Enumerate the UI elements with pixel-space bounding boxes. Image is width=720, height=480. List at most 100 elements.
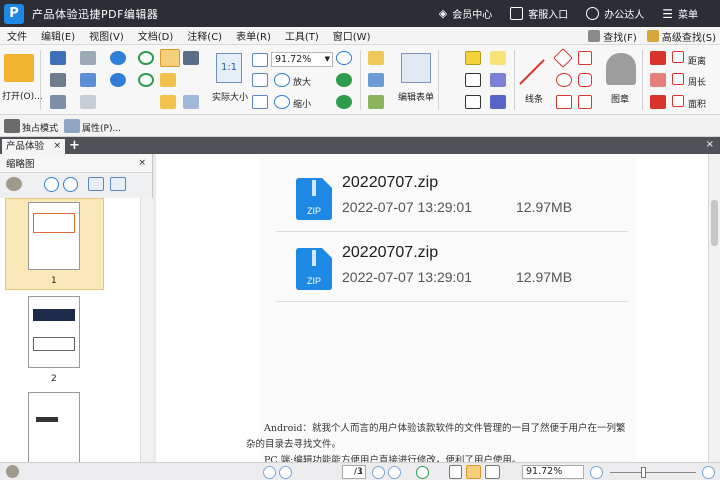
close-all-icon[interactable]: × [706, 139, 714, 150]
line-tool-label[interactable]: 线条 [525, 92, 543, 105]
callout-icon[interactable] [465, 95, 481, 109]
zoom-plus-icon[interactable] [336, 51, 352, 65]
member-center-button[interactable]: ◈ 会员中心 [439, 6, 492, 21]
redo-icon[interactable] [110, 73, 126, 87]
add-tab-icon[interactable]: + [69, 138, 80, 153]
pencil-tool-icon[interactable] [578, 95, 592, 109]
panel-close-icon[interactable]: × [138, 158, 146, 168]
arrow-tool-icon[interactable] [553, 48, 573, 68]
menu-tools[interactable]: 工具(T) [278, 28, 326, 43]
distance-label[interactable]: 距离 [688, 54, 706, 67]
continuous-page-icon[interactable] [466, 465, 481, 479]
customer-service-button[interactable]: 客服入口 [510, 6, 568, 21]
open-label[interactable]: 打开(O)... [2, 89, 43, 102]
tab-document[interactable]: 产品体验 × [2, 139, 65, 154]
rotate-ccw-icon[interactable] [88, 177, 104, 191]
form-text-field-icon[interactable] [368, 51, 384, 65]
main-menu-button[interactable]: ☰ 菜单 [662, 6, 698, 22]
menu-comment[interactable]: 注释(C) [180, 28, 229, 43]
zoom-slider-knob[interactable] [641, 467, 646, 478]
gear-icon[interactable] [6, 177, 22, 191]
menu-file[interactable]: 文件 [0, 28, 34, 43]
zoom-slider-track[interactable] [610, 472, 696, 473]
rotate-right-icon[interactable] [336, 95, 352, 109]
perimeter-label[interactable]: 周长 [688, 75, 706, 88]
undo-icon[interactable] [110, 51, 126, 65]
snapshot-icon[interactable] [183, 51, 199, 65]
ellipse-tool-icon[interactable] [556, 73, 572, 87]
properties-button[interactable]: 属性(P)... [82, 121, 121, 134]
menu-document[interactable]: 文档(D) [131, 28, 181, 43]
typewriter-icon[interactable] [465, 51, 481, 65]
rotate-cw-icon[interactable] [110, 177, 126, 191]
area-label[interactable]: 面积 [688, 97, 706, 110]
menu-form[interactable]: 表单(R) [229, 28, 278, 43]
status-zoom-out-icon[interactable] [590, 466, 603, 479]
select-text-icon[interactable] [160, 73, 176, 87]
advanced-find-button[interactable]: 高级查找(S) [646, 29, 716, 44]
status-zoom-in-icon[interactable] [702, 466, 715, 479]
zoom-select[interactable]: 91.72% ▼ [271, 52, 333, 67]
forward-arrow-icon[interactable] [138, 73, 154, 87]
thumbnail-scrollbar[interactable] [140, 198, 153, 480]
thumb-zoom-in-icon[interactable] [44, 177, 59, 192]
edit-form-icon[interactable] [401, 53, 431, 83]
stamp-label[interactable]: 图章 [611, 92, 629, 105]
tab-close-icon[interactable]: × [53, 139, 61, 154]
single-page-icon[interactable] [449, 465, 462, 479]
go-back-icon[interactable] [416, 466, 429, 479]
new-doc-icon[interactable] [80, 95, 96, 109]
email-icon[interactable] [80, 51, 96, 65]
user-account-button[interactable]: 办公达人 [586, 6, 644, 21]
form-dropdown-icon[interactable] [368, 95, 384, 109]
polygon-tool-icon[interactable] [578, 51, 592, 65]
folder-open-icon[interactable] [4, 54, 34, 82]
actual-size-icon[interactable]: 1:1 [216, 53, 242, 83]
perimeter-icon[interactable] [672, 73, 684, 85]
menu-window[interactable]: 窗口(W) [326, 28, 378, 43]
distance-icon[interactable] [672, 51, 684, 63]
print-icon[interactable] [50, 73, 66, 87]
sound-icon[interactable] [490, 95, 506, 109]
highlight-icon[interactable] [650, 73, 666, 87]
marquee-zoom-icon[interactable] [183, 95, 199, 109]
scan-icon[interactable] [80, 73, 96, 87]
last-page-icon[interactable] [388, 466, 401, 479]
options-gear-icon[interactable] [6, 465, 19, 478]
next-page-icon[interactable] [372, 466, 385, 479]
zoom-out-icon[interactable] [274, 95, 290, 109]
text-box-icon[interactable] [465, 73, 481, 87]
fit-width-icon[interactable] [252, 53, 268, 67]
thumb-zoom-out-icon[interactable] [63, 177, 78, 192]
form-checkbox-icon[interactable] [368, 73, 384, 87]
first-page-icon[interactable] [263, 466, 276, 479]
facing-page-icon[interactable] [485, 465, 500, 479]
edit-form-label[interactable]: 编辑表单 [398, 90, 434, 103]
rectangle-tool-icon[interactable] [556, 95, 572, 109]
zoom-in-icon[interactable] [274, 73, 290, 87]
zoom-out-label[interactable]: 缩小 [293, 97, 311, 110]
page-thumbnail-2[interactable] [28, 296, 80, 368]
eraser-icon[interactable] [650, 51, 666, 65]
find-button[interactable]: 查找(F) [588, 29, 637, 44]
sticky-note-icon[interactable] [490, 51, 506, 65]
attach-file-icon[interactable] [490, 73, 506, 87]
back-arrow-icon[interactable] [138, 51, 154, 65]
page-thumbnail-1[interactable] [28, 202, 80, 270]
export-icon[interactable] [50, 95, 66, 109]
measure-tool-icon[interactable] [650, 95, 666, 109]
hand-tool-icon[interactable] [160, 49, 180, 67]
cloud-tool-icon[interactable] [578, 73, 592, 87]
stamp-icon[interactable] [606, 53, 636, 85]
actual-size-label[interactable]: 实际大小 [212, 90, 248, 103]
save-icon[interactable] [50, 51, 66, 65]
exclusive-mode-button[interactable]: 独占模式 [22, 121, 58, 134]
page-thumbnail-3[interactable] [28, 392, 80, 464]
select-area-icon[interactable] [160, 95, 176, 109]
fit-page-icon[interactable] [252, 73, 268, 87]
scrollbar-thumb[interactable] [711, 200, 718, 246]
document-scrollbar[interactable] [708, 154, 720, 462]
rotate-left-icon[interactable] [336, 73, 352, 87]
status-zoom-select[interactable]: 91.72% [522, 465, 584, 479]
zoom-in-label[interactable]: 放大 [293, 75, 311, 88]
